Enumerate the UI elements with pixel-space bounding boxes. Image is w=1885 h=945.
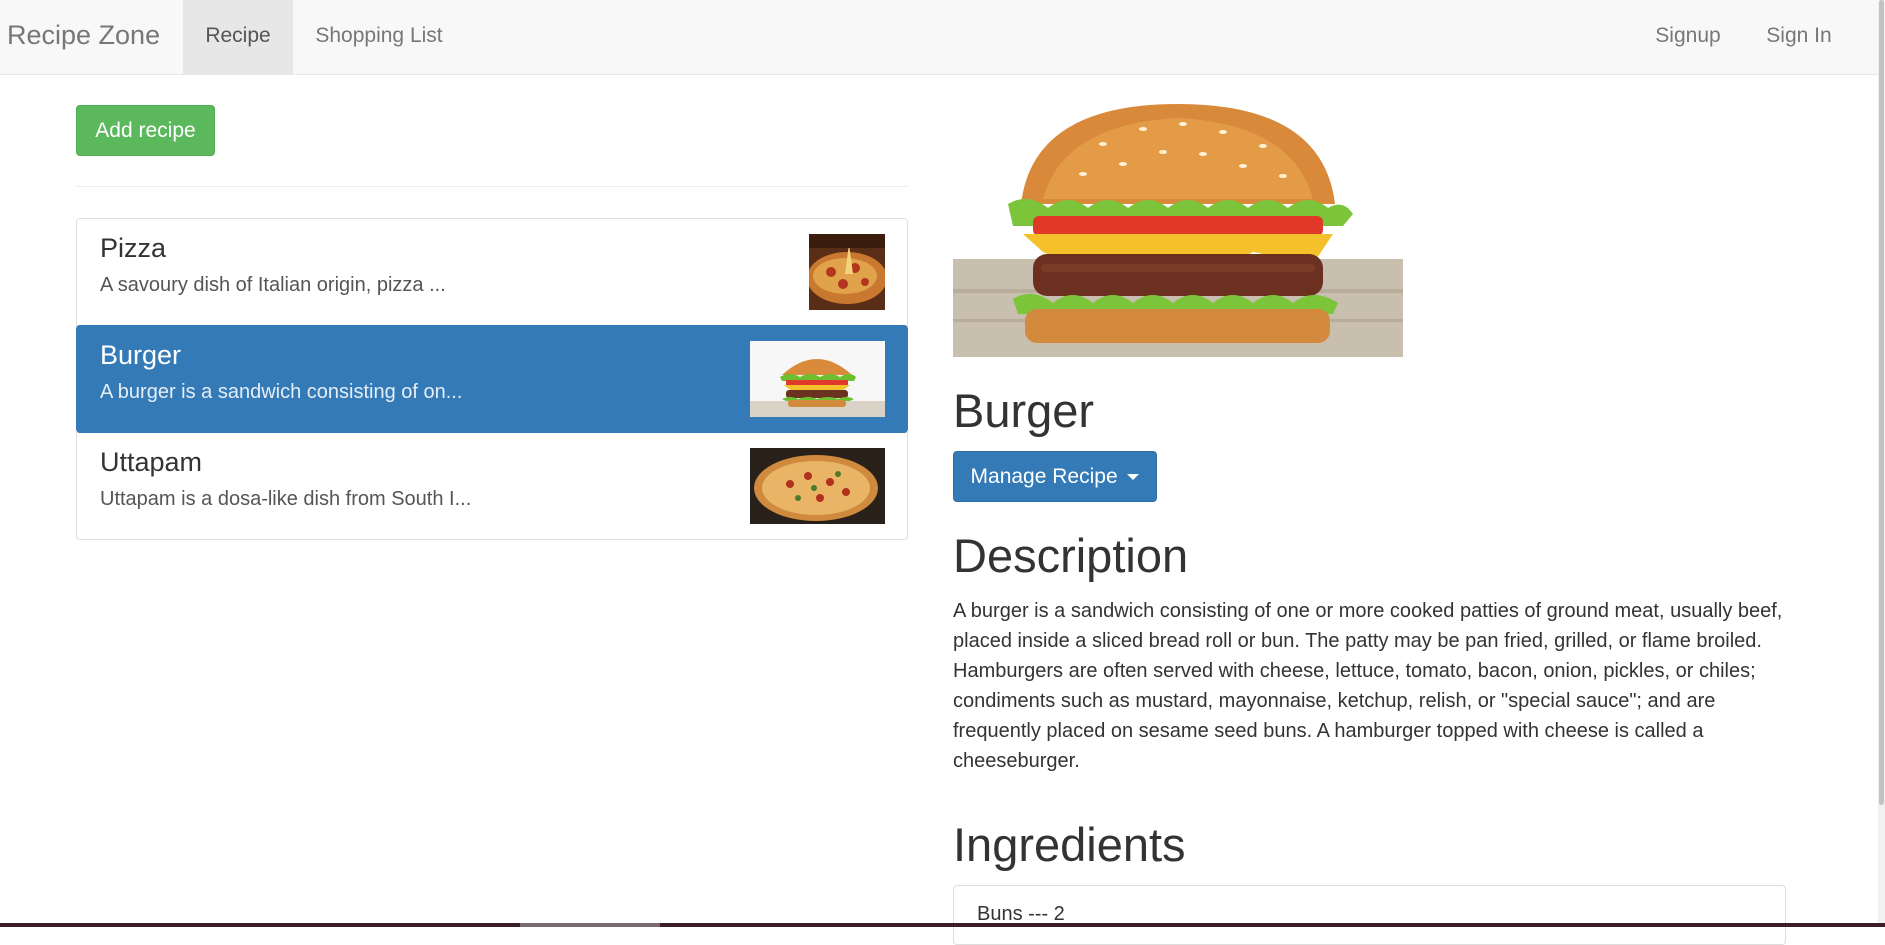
nav-signup[interactable]: Signup — [1635, 0, 1741, 74]
burger-photo-icon — [750, 341, 885, 417]
recipe-item-pizza[interactable]: Pizza A savoury dish of Italian origin, … — [76, 218, 908, 326]
nav-recipe[interactable]: Recipe — [183, 0, 293, 74]
pizza-thumbnail — [809, 234, 885, 310]
pizza-photo-icon — [809, 234, 885, 310]
recipe-detail-image — [953, 104, 1403, 357]
recipe-item-burger[interactable]: Burger A burger is a sandwich consisting… — [76, 325, 908, 433]
scrollbar-thumb[interactable] — [1879, 0, 1884, 805]
recipe-item-summary: A burger is a sandwich consisting of on.… — [100, 381, 462, 404]
navbar: Recipe Zone Recipe Shopping List Signup … — [0, 0, 1885, 75]
description-heading: Description — [953, 528, 1188, 584]
uttapam-thumbnail — [750, 448, 885, 524]
recipe-item-summary: A savoury dish of Italian origin, pizza … — [100, 274, 446, 297]
scrollbar-track[interactable] — [1878, 0, 1885, 927]
nav-sign-in[interactable]: Sign In — [1745, 0, 1853, 74]
nav-shopping-list[interactable]: Shopping List — [293, 0, 465, 74]
brand-link[interactable]: Recipe Zone — [7, 0, 160, 74]
caret-down-icon — [1127, 474, 1139, 480]
description-text: A burger is a sandwich consisting of one… — [953, 596, 1793, 776]
recipe-detail-title: Burger — [953, 383, 1094, 439]
manage-recipe-label: Manage Recipe — [971, 465, 1118, 488]
window-bottom-edge — [0, 923, 1885, 927]
ingredients-heading: Ingredients — [953, 817, 1186, 873]
recipe-list: Pizza A savoury dish of Italian origin, … — [76, 218, 908, 539]
manage-recipe-dropdown-button[interactable]: Manage Recipe — [953, 451, 1157, 502]
recipe-item-title: Uttapam — [100, 447, 202, 478]
recipe-item-title: Burger — [100, 340, 181, 371]
divider — [76, 186, 908, 187]
uttapam-photo-icon — [750, 448, 885, 524]
burger-photo-icon — [953, 104, 1403, 357]
ingredients-list: Buns --- 2 — [953, 885, 1786, 945]
recipe-item-title: Pizza — [100, 233, 166, 264]
recipe-item-uttapam[interactable]: Uttapam Uttapam is a dosa-like dish from… — [76, 432, 908, 540]
add-recipe-button[interactable]: Add recipe — [76, 105, 215, 156]
window-bottom-edge-highlight — [520, 923, 660, 927]
recipe-item-summary: Uttapam is a dosa-like dish from South I… — [100, 488, 471, 511]
burger-thumbnail — [750, 341, 885, 417]
